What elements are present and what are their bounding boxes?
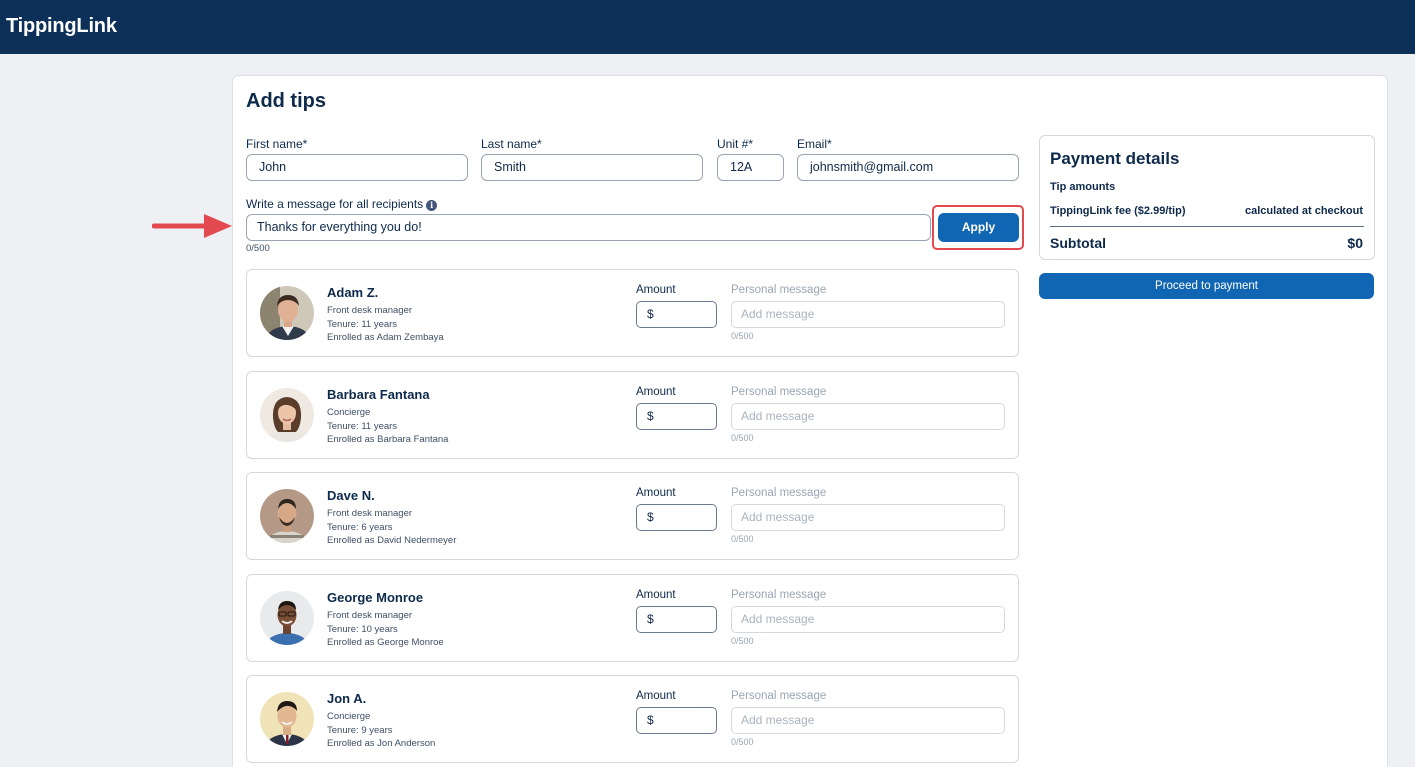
recipient-card: Adam Z. Front desk manager Tenure: 11 ye… <box>246 269 1019 357</box>
personal-message-counter: 0/500 <box>731 737 754 747</box>
recipient-card: Barbara Fantana Concierge Tenure: 11 yea… <box>246 371 1019 459</box>
divider <box>1050 226 1364 227</box>
amount-input[interactable]: $ <box>636 403 717 430</box>
personal-message-label: Personal message <box>731 284 827 296</box>
personal-message-input[interactable]: Add message <box>731 301 1005 328</box>
recipient-name: Dave N. <box>327 488 375 503</box>
unit-field[interactable]: 12A <box>717 154 784 181</box>
amount-input[interactable]: $ <box>636 504 717 531</box>
recipient-card: Jon A. Concierge Tenure: 9 years Enrolle… <box>246 675 1019 763</box>
fee-label: TippingLink fee ($2.99/tip) <box>1050 205 1186 217</box>
recipient-role: Front desk manager <box>327 305 413 316</box>
annotation-arrow-icon <box>152 214 232 238</box>
top-nav-bar: TippingLink <box>0 0 1415 54</box>
recipient-enrolled: Enrolled as Jon Anderson <box>327 738 436 749</box>
recipient-role: Front desk manager <box>327 610 413 621</box>
tip-amounts-label: Tip amounts <box>1050 181 1116 193</box>
personal-message-input[interactable]: Add message <box>731 403 1005 430</box>
payment-details-title: Payment details <box>1050 149 1180 168</box>
recipient-enrolled: Enrolled as Adam Zembaya <box>327 332 444 343</box>
amount-input[interactable]: $ <box>636 606 717 633</box>
app-logo[interactable]: TippingLink <box>6 15 117 38</box>
personal-message-counter: 0/500 <box>731 534 754 544</box>
recipient-role: Concierge <box>327 711 371 722</box>
info-icon[interactable]: i <box>426 200 438 211</box>
recipient-card: George Monroe Front desk manager Tenure:… <box>246 574 1019 662</box>
personal-message-input[interactable]: Add message <box>731 606 1005 633</box>
recipient-name: Barbara Fantana <box>327 387 430 402</box>
personal-message-input[interactable]: Add message <box>731 707 1005 734</box>
recipient-name: Jon A. <box>327 691 367 706</box>
amount-input[interactable]: $ <box>636 301 717 328</box>
personal-message-counter: 0/500 <box>731 331 754 341</box>
last-name-field[interactable]: Smith <box>481 154 703 181</box>
recipient-tenure: Tenure: 11 years <box>327 421 398 432</box>
payment-details-card: Payment details Tip amounts TippingLink … <box>1039 135 1375 260</box>
avatar <box>260 692 314 746</box>
recipient-role: Front desk manager <box>327 508 413 519</box>
amount-label: Amount <box>636 284 676 296</box>
group-message-label-text: Write a message for all recipients <box>246 197 424 211</box>
personal-message-label: Personal message <box>731 589 827 601</box>
recipient-tenure: Tenure: 9 years <box>327 725 393 736</box>
amount-input[interactable]: $ <box>636 707 717 734</box>
avatar <box>260 286 314 340</box>
subtotal-label: Subtotal <box>1050 235 1106 251</box>
email-label: Email* <box>797 137 832 151</box>
amount-label: Amount <box>636 487 676 499</box>
avatar <box>260 489 314 543</box>
group-message-label: Write a message for all recipients i <box>246 197 438 211</box>
amount-label: Amount <box>636 386 676 398</box>
recipient-enrolled: Enrolled as Barbara Fantana <box>327 434 449 445</box>
email-field[interactable]: johnsmith@gmail.com <box>797 154 1019 181</box>
recipient-tenure: Tenure: 10 years <box>327 624 398 635</box>
recipient-enrolled: Enrolled as David Nedermeyer <box>327 535 457 546</box>
recipient-name: Adam Z. <box>327 285 379 300</box>
personal-message-label: Personal message <box>731 690 827 702</box>
last-name-label: Last name* <box>481 137 542 151</box>
personal-message-counter: 0/500 <box>731 636 754 646</box>
fee-value: calculated at checkout <box>1245 205 1363 217</box>
amount-label: Amount <box>636 589 676 601</box>
personal-message-counter: 0/500 <box>731 433 754 443</box>
recipient-tenure: Tenure: 11 years <box>327 319 398 330</box>
unit-label: Unit #* <box>717 137 754 151</box>
recipient-name: George Monroe <box>327 590 424 605</box>
personal-message-input[interactable]: Add message <box>731 504 1005 531</box>
recipient-tenure: Tenure: 6 years <box>327 522 393 533</box>
avatar <box>260 591 314 645</box>
proceed-to-payment-button[interactable]: Proceed to payment <box>1039 273 1374 299</box>
recipient-enrolled: Enrolled as George Monroe <box>327 637 444 648</box>
recipient-card: Dave N. Front desk manager Tenure: 6 yea… <box>246 472 1019 560</box>
first-name-label: First name* <box>246 137 308 151</box>
subtotal-value: $0 <box>1347 235 1363 251</box>
group-message-input[interactable]: Thanks for everything you do! <box>246 214 931 241</box>
personal-message-label: Personal message <box>731 487 827 499</box>
first-name-field[interactable]: John <box>246 154 468 181</box>
recipient-role: Concierge <box>327 407 371 418</box>
personal-message-label: Personal message <box>731 386 827 398</box>
apply-button[interactable]: Apply <box>938 213 1019 242</box>
amount-label: Amount <box>636 690 676 702</box>
page-title: Add tips <box>246 90 326 112</box>
group-message-counter: 0/500 <box>246 243 270 254</box>
avatar <box>260 388 314 442</box>
